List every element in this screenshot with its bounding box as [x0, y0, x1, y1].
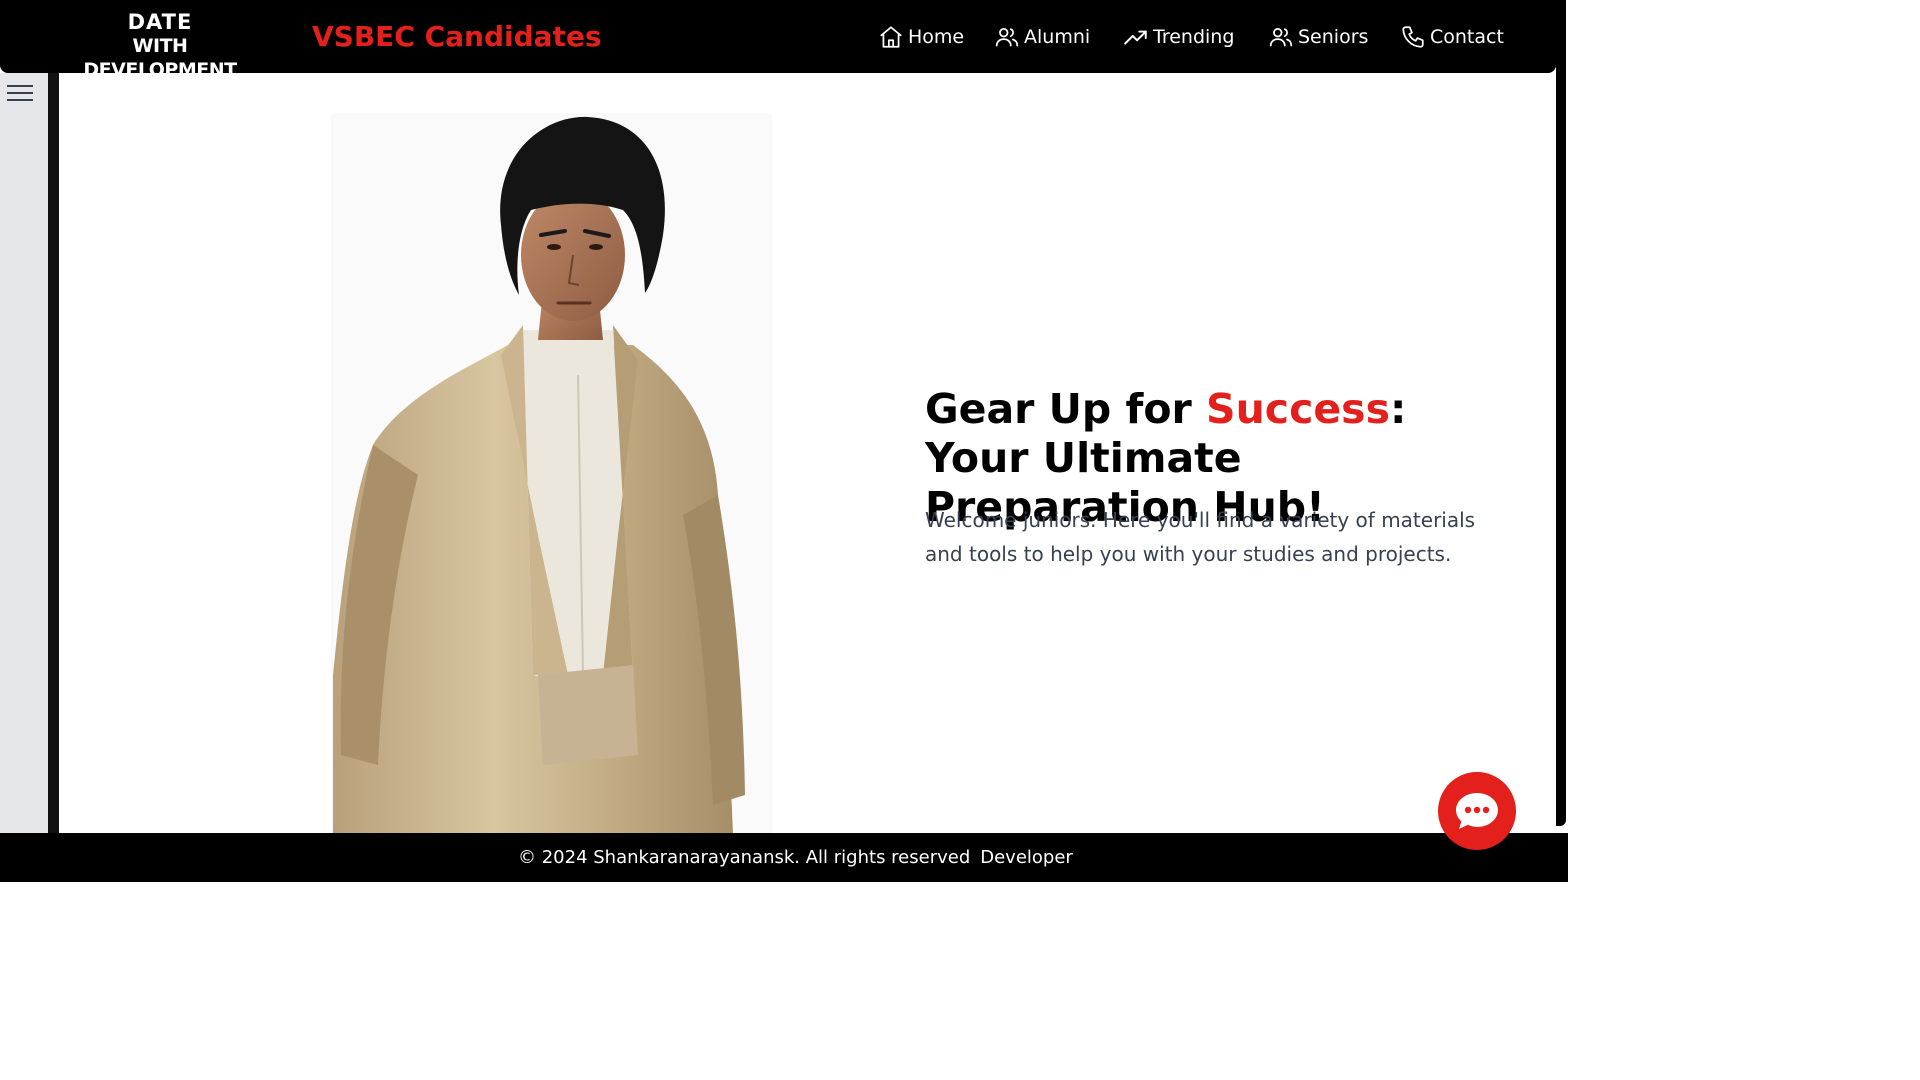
page-scrollbar[interactable] — [1556, 0, 1566, 826]
chat-button[interactable] — [1438, 772, 1516, 850]
nav-trending-label: Trending — [1153, 26, 1235, 48]
home-icon — [880, 26, 902, 48]
phone-icon — [1402, 26, 1424, 48]
nav-contact[interactable]: Contact — [1400, 24, 1504, 50]
hero-heading-accent: Success — [1206, 385, 1390, 433]
hamburger-menu-icon[interactable] — [5, 80, 35, 106]
nav-alumni-label: Alumni — [1024, 26, 1091, 48]
chat-bubble-icon — [1456, 793, 1498, 829]
sidebar — [0, 73, 48, 833]
nav-seniors-label: Seniors — [1298, 26, 1369, 48]
hero-heading-part1: Gear Up for — [925, 385, 1207, 433]
trending-up-icon — [1124, 30, 1147, 45]
nav-home[interactable]: Home — [878, 24, 964, 50]
hero-portrait-illustration — [333, 116, 745, 833]
hero-description: Welcome juniors. Here you'll find a vari… — [925, 508, 1476, 566]
main-nav: Home Alumni Trending Seniors Contact — [0, 24, 1556, 54]
users-icon — [995, 28, 1019, 47]
footer-copyright: © 2024 Shankaranarayanansk. All rights r… — [518, 847, 971, 868]
footer: © 2024 Shankaranarayanansk. All rights r… — [0, 833, 1568, 882]
nav-contact-label: Contact — [1430, 26, 1504, 48]
footer-text: © 2024 Shankaranarayanansk. All rights r… — [518, 847, 1073, 868]
nav-trending[interactable]: Trending — [1123, 24, 1234, 50]
top-navbar: DATE WITH DEVELOPMENT VSBEC Candidates H… — [0, 0, 1556, 81]
nav-seniors[interactable]: Seniors — [1268, 24, 1368, 50]
users-icon — [1269, 28, 1293, 47]
nav-alumni[interactable]: Alumni — [994, 24, 1090, 50]
hero-portrait — [333, 115, 770, 833]
nav-home-label: Home — [908, 26, 965, 48]
sidebar-divider — [48, 73, 59, 833]
developer-link[interactable]: Developer — [980, 847, 1073, 868]
